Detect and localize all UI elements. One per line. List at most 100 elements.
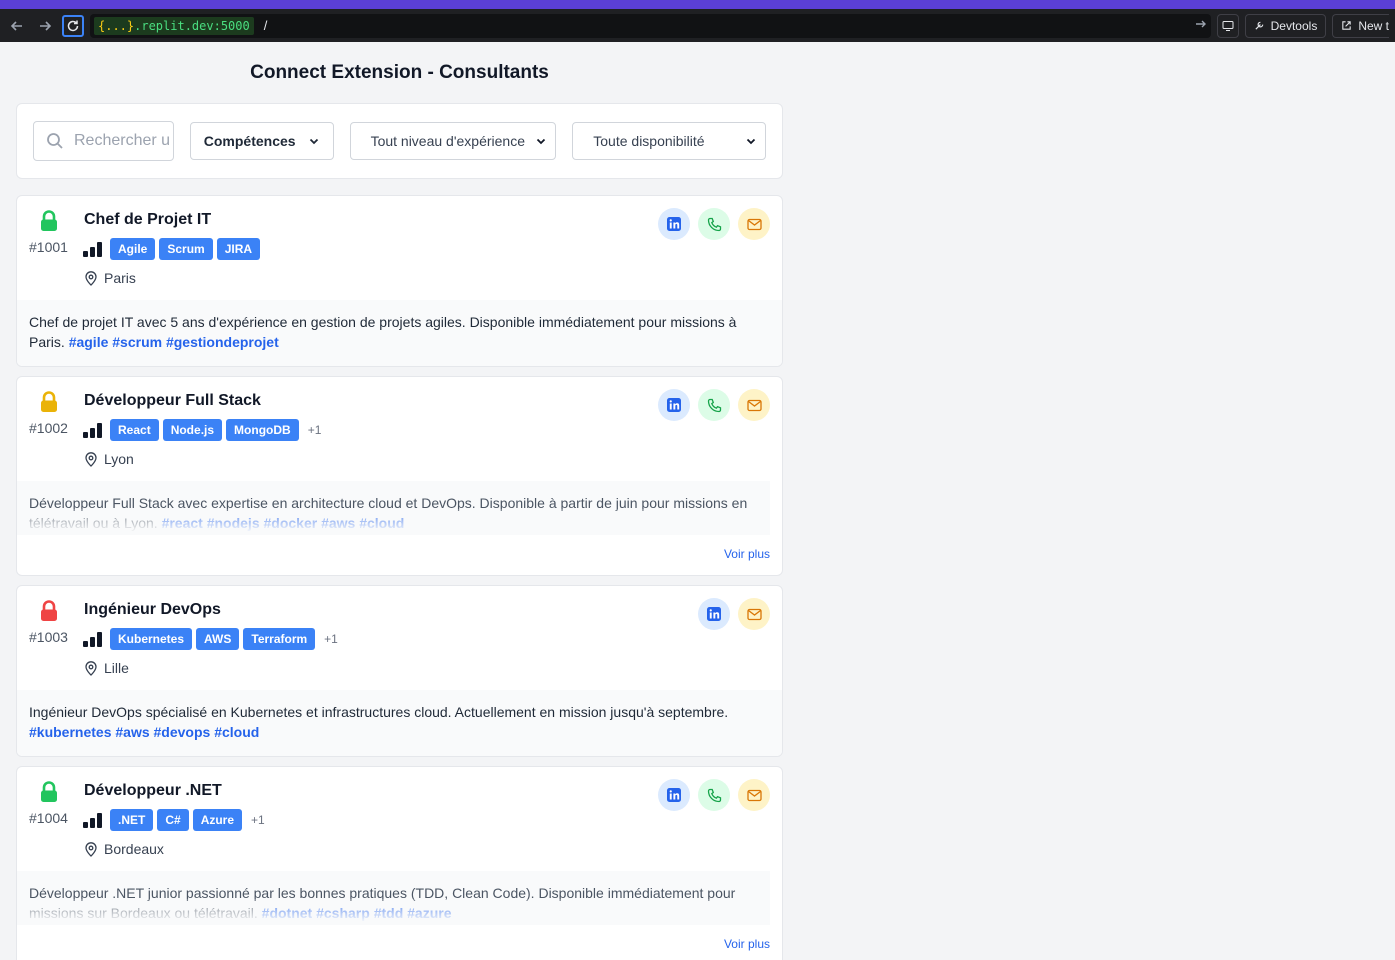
contact-actions: [658, 389, 770, 421]
new-tab-label: New t: [1358, 18, 1389, 33]
mail-icon: [746, 608, 762, 621]
skill-tag[interactable]: Terraform: [243, 628, 316, 650]
browser-accent-strip: [0, 0, 1395, 9]
consultant-card[interactable]: #1002 Développeur Full Stack React Node.j…: [16, 376, 783, 576]
consultant-id: #1001: [29, 239, 68, 255]
page-content: Connect Extension - Consultants Recherch…: [16, 42, 783, 960]
devtools-button[interactable]: Devtools: [1244, 13, 1327, 38]
email-button[interactable]: [738, 598, 770, 630]
skill-tag[interactable]: Kubernetes: [110, 628, 193, 650]
card-header: #1003 Ingénieur DevOps Kubernetes AWS Terr…: [17, 586, 782, 690]
competences-dropdown[interactable]: Compétences: [189, 122, 334, 160]
skill-tag[interactable]: AWS: [196, 628, 240, 650]
lock-icon: [39, 781, 59, 808]
phone-icon: [707, 217, 722, 232]
location-label: Lille: [104, 660, 129, 676]
consultant-card[interactable]: #1003 Ingénieur DevOps Kubernetes AWS Terr…: [16, 585, 783, 757]
map-pin-icon: [85, 451, 97, 467]
skills-row: Agile Scrum JIRA: [83, 238, 261, 260]
consultant-title[interactable]: Ingénieur DevOps: [84, 601, 221, 619]
skill-tag[interactable]: C#: [157, 809, 189, 831]
skill-tags: .NET C# Azure: [110, 809, 243, 831]
hashtags: #react #nodejs #docker #aws #cloud: [161, 515, 405, 531]
url-path: /: [263, 18, 268, 33]
skill-tag[interactable]: React: [110, 419, 159, 441]
more-skills-count[interactable]: +1: [324, 632, 338, 646]
skill-tag[interactable]: JIRA: [216, 238, 261, 260]
page-title: Connect Extension - Consultants: [250, 62, 549, 83]
linkedin-icon: [666, 216, 682, 232]
disponibilite-select[interactable]: Toute disponibilité: [572, 122, 766, 160]
location: Paris: [84, 270, 136, 286]
phone-button[interactable]: [698, 779, 730, 811]
url-host-template: {...}: [98, 18, 135, 33]
browser-toolbar: {...}.replit.dev:5000 / Devtools New t: [0, 9, 1395, 42]
consultant-title[interactable]: Développeur .NET: [84, 782, 222, 800]
experience-level-icon: [83, 422, 102, 438]
address-bar[interactable]: {...}.replit.dev:5000 /: [90, 13, 1211, 38]
wrench-icon: [1255, 21, 1263, 30]
experience-select[interactable]: Tout niveau d'expérience: [349, 122, 557, 160]
linkedin-button[interactable]: [658, 208, 690, 240]
more-skills-count[interactable]: +1: [308, 423, 322, 437]
skill-tag[interactable]: Azure: [192, 809, 243, 831]
more-skills-count[interactable]: +1: [251, 813, 265, 827]
skill-tag[interactable]: Agile: [110, 238, 156, 260]
chevron-down-icon: [309, 138, 318, 145]
consultant-card[interactable]: #1001 Chef de Projet IT Agile Scrum JIRA P…: [16, 195, 783, 367]
contact-actions: [658, 779, 770, 811]
map-pin-icon: [85, 841, 97, 857]
search-input[interactable]: Rechercher u: [33, 121, 174, 161]
show-more-link[interactable]: Voir plus: [17, 535, 782, 575]
email-button[interactable]: [738, 389, 770, 421]
linkedin-button[interactable]: [658, 779, 690, 811]
consultant-id: #1002: [29, 420, 68, 436]
contact-actions: [698, 598, 770, 630]
phone-icon: [707, 788, 722, 803]
consultant-title[interactable]: Chef de Projet IT: [84, 211, 211, 229]
device-preview-button[interactable]: [1216, 13, 1239, 38]
description-text: Développeur .NET junior passionné par le…: [29, 885, 736, 921]
skill-tags: Agile Scrum JIRA: [110, 238, 261, 260]
experience-selected: Tout niveau d'expérience: [370, 133, 526, 149]
skill-tag[interactable]: Scrum: [159, 238, 213, 260]
skill-tag[interactable]: .NET: [110, 809, 154, 831]
linkedin-button[interactable]: [658, 389, 690, 421]
location-label: Bordeaux: [104, 841, 164, 857]
description: Développeur Full Stack avec expertise en…: [17, 481, 770, 535]
show-more-link[interactable]: Voir plus: [17, 925, 782, 960]
url-host-domain: .replit.dev:5000: [134, 18, 250, 33]
linkedin-button[interactable]: [698, 598, 730, 630]
lock-icon: [39, 210, 59, 237]
experience-level-icon: [83, 241, 102, 257]
email-button[interactable]: [738, 779, 770, 811]
arrow-right-icon: [40, 20, 52, 31]
lock-icon: [39, 391, 59, 418]
phone-button[interactable]: [698, 208, 730, 240]
location-label: Lyon: [104, 451, 134, 467]
reload-button[interactable]: [62, 14, 84, 37]
card-header: #1002 Développeur Full Stack React Node.j…: [17, 377, 782, 481]
experience-level-icon: [83, 631, 102, 647]
email-button[interactable]: [738, 208, 770, 240]
description-text: Ingénieur DevOps spécialisé en Kubernete…: [29, 704, 729, 720]
location: Bordeaux: [84, 841, 164, 857]
skills-row: React Node.js MongoDB +1: [83, 419, 321, 441]
skills-row: .NET C# Azure +1: [83, 809, 265, 831]
skill-tags: React Node.js MongoDB: [110, 419, 299, 441]
forward-button[interactable]: [34, 15, 56, 37]
consultant-id: #1004: [29, 810, 68, 826]
map-pin-icon: [85, 270, 97, 286]
filters-bar: Rechercher u Compétences Tout niveau d'e…: [16, 103, 783, 179]
consultant-title[interactable]: Développeur Full Stack: [84, 392, 261, 410]
lock-icon: [39, 600, 59, 627]
phone-button[interactable]: [698, 389, 730, 421]
back-button[interactable]: [6, 15, 28, 37]
skill-tag[interactable]: Node.js: [162, 419, 223, 441]
skill-tag[interactable]: MongoDB: [226, 419, 299, 441]
hashtags: #dotnet #csharp #tdd #azure: [261, 905, 452, 921]
consultant-card[interactable]: #1004 Développeur .NET .NET C# Azure +1 Bo…: [16, 766, 783, 960]
go-arrow-icon[interactable]: [1195, 18, 1207, 33]
location: Lille: [84, 660, 129, 676]
new-tab-button[interactable]: New t: [1332, 13, 1389, 38]
